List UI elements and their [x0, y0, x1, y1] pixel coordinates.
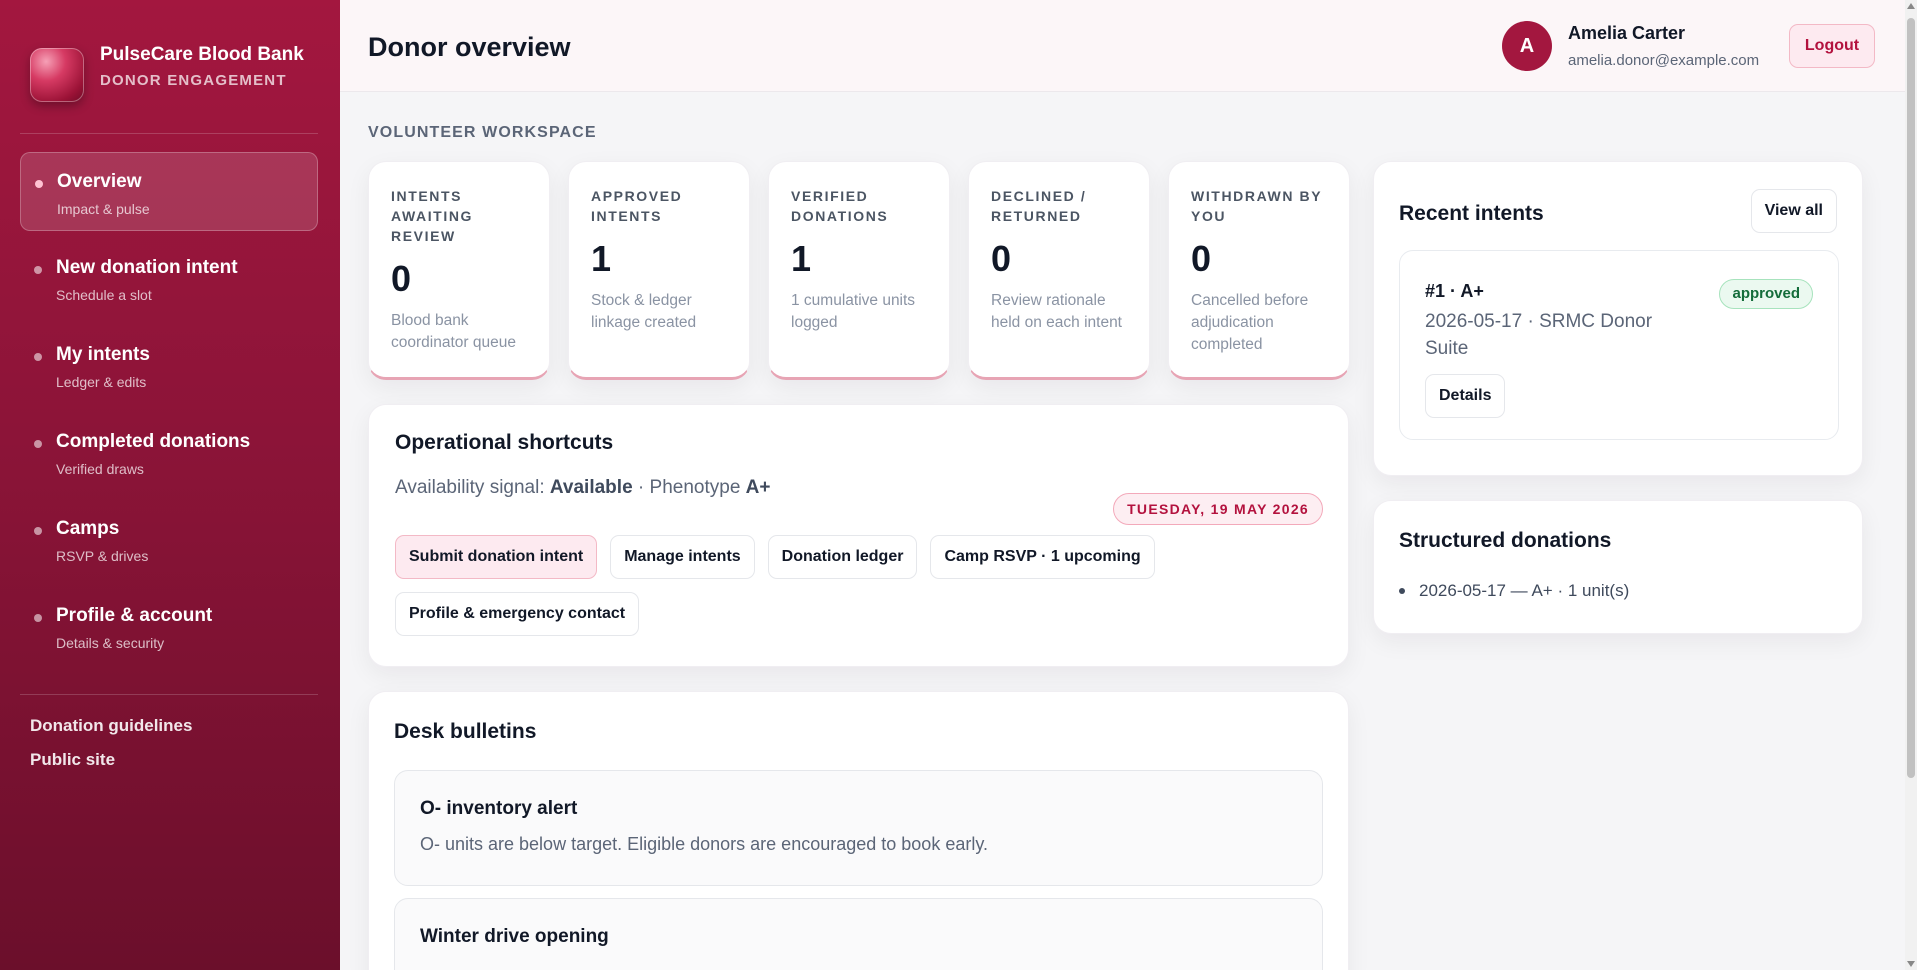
status-badge: approved	[1719, 279, 1813, 309]
sidebar-item-label: Completed donations	[56, 431, 251, 452]
public-site-link[interactable]: Public site	[30, 750, 192, 770]
scroll-up-icon[interactable]	[1907, 3, 1915, 9]
stat-label: VERIFIED DONATIONS	[791, 188, 889, 224]
user-name: Amelia Carter	[1568, 23, 1686, 43]
sidebar-item-completed-donations[interactable]: Completed donations Verified draws	[20, 413, 318, 492]
availability-value: Available	[549, 477, 633, 498]
availability-prefix: Availability signal:	[395, 477, 545, 498]
details-button[interactable]: Details	[1425, 374, 1506, 418]
bullet-icon	[1399, 588, 1405, 594]
sidebar-item-profile-account[interactable]: Profile & account Details & security	[20, 587, 318, 666]
logout-button[interactable]: Logout	[1789, 24, 1875, 68]
bullet-dot-icon	[34, 527, 42, 535]
bulletin-body: O- units are below target. Eligible dono…	[420, 834, 988, 854]
structured-donations-card: Structured donations 2026-05-17 — A+ · 1…	[1373, 500, 1863, 634]
sidebar-item-subtitle: Verified draws	[56, 461, 144, 477]
brand: PulseCare Blood Bank DONOR ENGAGEMENT	[30, 44, 320, 102]
stat-label: WITHDRAWN BY YOU	[1191, 188, 1322, 224]
bullet-dot-icon	[34, 266, 42, 274]
drop-logo-icon	[30, 48, 84, 102]
sidebar-item-new-donation-intent[interactable]: New donation intent Schedule a slot	[20, 239, 318, 318]
sidebar-item-overview[interactable]: Overview Impact & pulse	[20, 152, 318, 231]
brand-tagline: DONOR ENGAGEMENT	[100, 72, 287, 89]
phenotype-prefix: · Phenotype	[637, 477, 741, 498]
bulletin-title: O- inventory alert	[420, 798, 578, 819]
date-badge: TUESDAY, 19 MAY 2026	[1113, 493, 1323, 525]
stat-card-verified: VERIFIED DONATIONS 1 1 cumulative units …	[768, 161, 950, 380]
sidebar-item-subtitle: RSVP & drives	[56, 548, 149, 564]
donation-guidelines-link[interactable]: Donation guidelines	[30, 716, 192, 736]
card-title: Structured donations	[1399, 529, 1612, 552]
donation-list: 2026-05-17 — A+ · 1 unit(s)	[1399, 581, 1837, 601]
stat-note: 1 cumulative units logged	[791, 292, 916, 331]
stat-note: Cancelled before adjudication completed	[1191, 292, 1309, 353]
bulletin-item: O- inventory alert O- units are below ta…	[394, 770, 1323, 886]
stat-value: 0	[391, 258, 412, 299]
avatar[interactable]: A	[1502, 21, 1552, 71]
donation-ledger-button[interactable]: Donation ledger	[767, 535, 918, 579]
submit-donation-intent-button[interactable]: Submit donation intent	[395, 535, 598, 579]
sidebar-divider	[20, 694, 318, 695]
stat-card-awaiting-review: INTENTS AWAITING REVIEW 0 Blood bank coo…	[368, 161, 550, 380]
sidebar-item-label: Overview	[57, 171, 142, 192]
bullet-dot-icon	[34, 353, 42, 361]
profile-emergency-contact-button[interactable]: Profile & emergency contact	[395, 592, 640, 636]
brand-name: PulseCare Blood Bank	[100, 44, 304, 65]
card-title: Operational shortcuts	[395, 431, 614, 454]
stat-card-withdrawn: WITHDRAWN BY YOU 0 Cancelled before adju…	[1168, 161, 1350, 380]
sidebar-item-subtitle: Ledger & edits	[56, 374, 147, 390]
camp-rsvp-button[interactable]: Camp RSVP · 1 upcoming	[930, 535, 1155, 579]
manage-intents-button[interactable]: Manage intents	[610, 535, 755, 579]
recent-intents-card: Recent intents View all #1 · A+ 2026-05-…	[1373, 161, 1863, 476]
card-title: Desk bulletins	[394, 720, 537, 743]
stat-value: 0	[991, 238, 1012, 279]
stat-card-declined: DECLINED / RETURNED 0 Review rationale h…	[968, 161, 1150, 380]
sidebar-item-label: Profile & account	[56, 605, 213, 626]
list-item: 2026-05-17 — A+ · 1 unit(s)	[1399, 581, 1837, 601]
sidebar-nav: Overview Impact & pulse New donation int…	[20, 152, 318, 674]
topbar: Donor overview A Amelia Carter amelia.do…	[340, 0, 1905, 92]
stat-note: Stock & ledger linkage created	[591, 292, 697, 331]
bullet-dot-icon	[35, 180, 43, 188]
bulletin-title: Winter drive opening	[420, 926, 609, 947]
view-all-button[interactable]: View all	[1750, 189, 1837, 233]
operational-shortcuts-card: Operational shortcuts Availability signa…	[368, 404, 1349, 667]
sidebar: PulseCare Blood Bank DONOR ENGAGEMENT Ov…	[0, 0, 340, 970]
section-label: VOLUNTEER WORKSPACE	[368, 124, 597, 141]
scroll-down-icon[interactable]	[1907, 961, 1915, 967]
stat-label: DECLINED / RETURNED	[991, 188, 1087, 224]
sidebar-item-label: My intents	[56, 344, 150, 365]
stat-value: 1	[591, 238, 612, 279]
stat-value: 0	[1191, 238, 1212, 279]
stat-label: INTENTS AWAITING REVIEW	[391, 188, 474, 244]
bulletin-item: Winter drive opening	[394, 898, 1323, 970]
stat-note: Review rationale held on each intent	[991, 292, 1122, 331]
stat-label: APPROVED INTENTS	[591, 188, 683, 224]
bullet-dot-icon	[34, 614, 42, 622]
page-title: Donor overview	[368, 32, 571, 62]
intent-meta: 2026-05-17 · SRMC Donor Suite	[1425, 311, 1653, 359]
donation-text: 2026-05-17 — A+ · 1 unit(s)	[1419, 581, 1630, 600]
scrollbar[interactable]	[1905, 0, 1917, 970]
shortcut-buttons: Submit donation intent Manage intents Do…	[395, 535, 1235, 636]
sidebar-item-subtitle: Details & security	[56, 635, 165, 651]
sidebar-links: Donation guidelines Public site	[30, 716, 192, 784]
scroll-thumb[interactable]	[1907, 18, 1915, 778]
phenotype-value: A+	[745, 477, 771, 498]
user-email: amelia.donor@example.com	[1568, 52, 1760, 69]
sidebar-item-subtitle: Schedule a slot	[56, 287, 152, 303]
sidebar-divider	[20, 133, 318, 134]
bullet-dot-icon	[34, 440, 42, 448]
sidebar-item-subtitle: Impact & pulse	[57, 201, 150, 217]
stat-note: Blood bank coordinator queue	[391, 312, 516, 351]
stat-value: 1	[791, 238, 812, 279]
stat-card-approved: APPROVED INTENTS 1 Stock & ledger linkag…	[568, 161, 750, 380]
sidebar-item-label: New donation intent	[56, 257, 238, 278]
sidebar-item-label: Camps	[56, 518, 120, 539]
intent-item: #1 · A+ 2026-05-17 · SRMC Donor Suite ap…	[1399, 250, 1839, 440]
desk-bulletins-card: Desk bulletins O- inventory alert O- uni…	[368, 691, 1349, 970]
sidebar-item-my-intents[interactable]: My intents Ledger & edits	[20, 326, 318, 405]
sidebar-item-camps[interactable]: Camps RSVP & drives	[20, 500, 318, 579]
